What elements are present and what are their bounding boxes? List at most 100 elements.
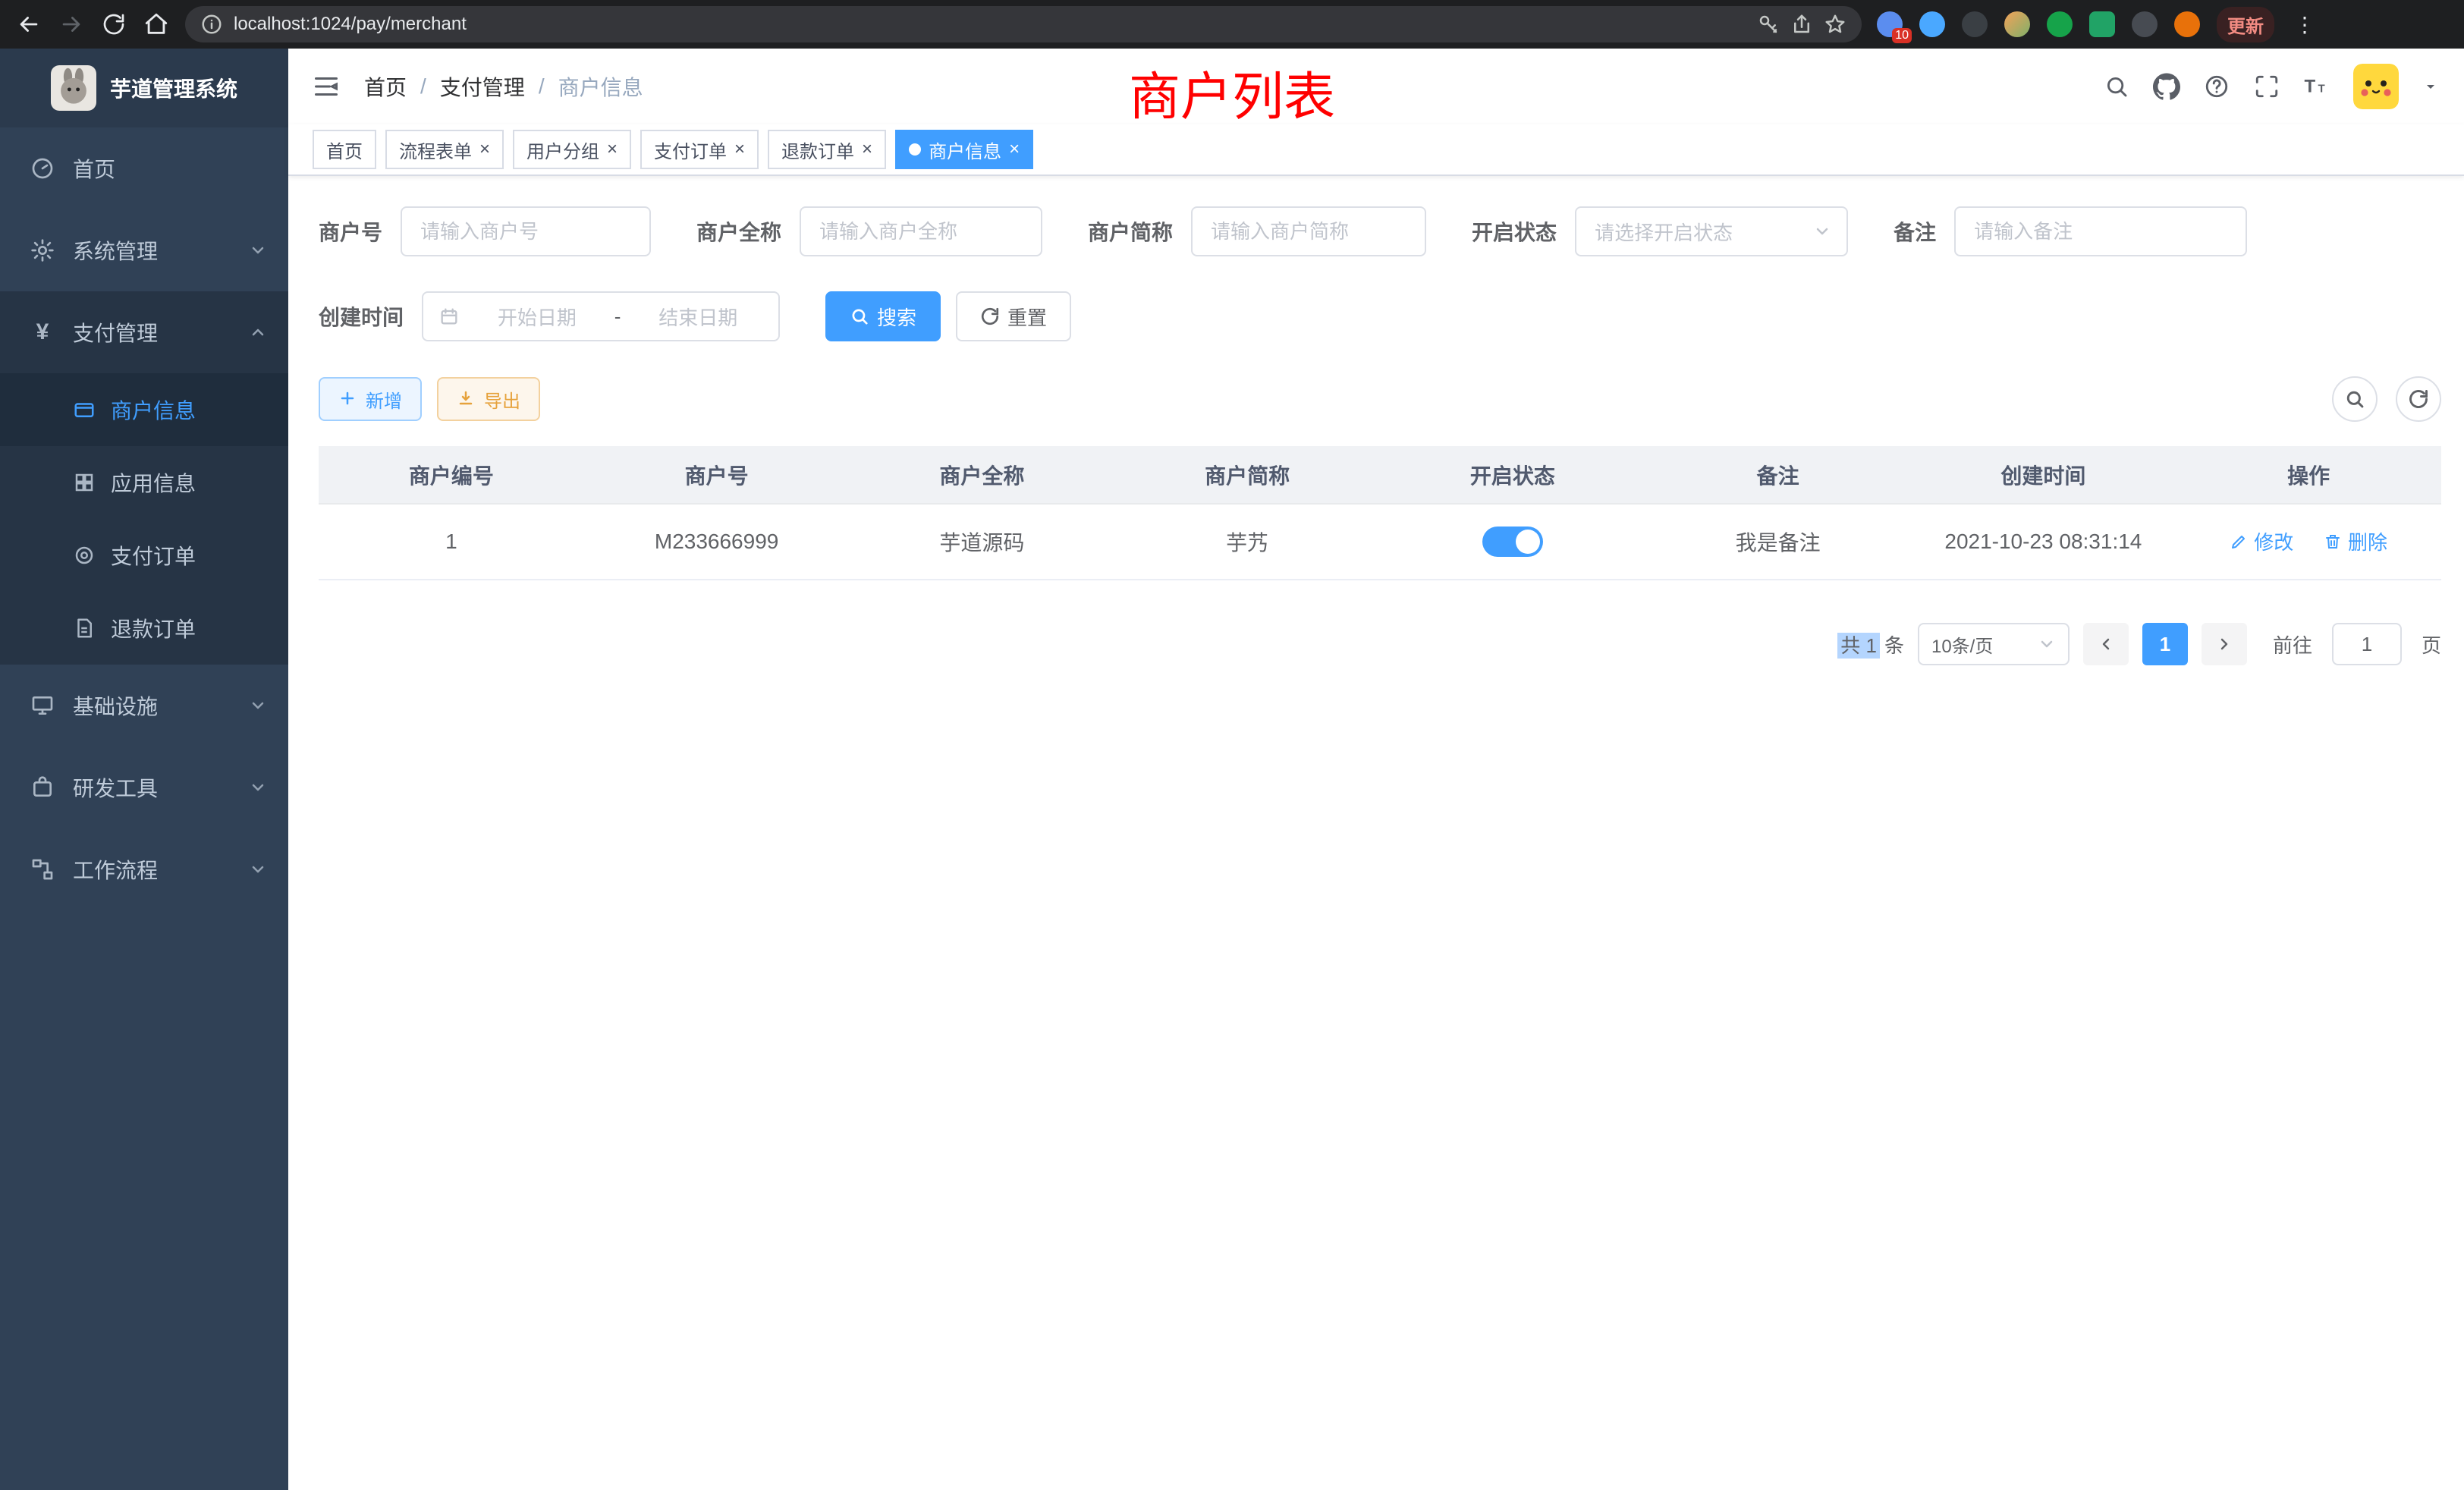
cell-merchant-no: M233666999 — [584, 504, 850, 580]
sidebar-fold-icon[interactable] — [313, 73, 340, 100]
goto-label: 前往 — [2273, 630, 2312, 659]
payment-submenu: 商户信息 应用信息 支付订单 — [0, 373, 288, 665]
sidebar-item-app-info[interactable]: 应用信息 — [0, 446, 288, 519]
sidebar-item-payment[interactable]: ¥ 支付管理 — [0, 291, 288, 373]
search-icon[interactable] — [2103, 73, 2130, 100]
svg-text:T: T — [2305, 77, 2316, 97]
chevron-down-icon — [249, 860, 267, 879]
close-icon[interactable]: × — [734, 140, 745, 159]
user-avatar[interactable] — [2353, 64, 2399, 109]
tab-user-group[interactable]: 用户分组 × — [513, 130, 631, 169]
browser-back-icon[interactable] — [15, 11, 42, 38]
column-header: 操作 — [2176, 446, 2441, 504]
svg-text:T: T — [2318, 83, 2325, 96]
page-info-icon[interactable] — [200, 13, 223, 36]
status-toggle[interactable] — [1482, 527, 1543, 557]
chevron-up-icon — [249, 323, 267, 341]
column-header: 备注 — [1645, 446, 1911, 504]
page-number-1[interactable]: 1 — [2142, 623, 2188, 665]
close-icon[interactable]: × — [479, 140, 490, 159]
search-icon — [2344, 388, 2365, 410]
url-bar[interactable]: localhost:1024/pay/merchant — [185, 6, 1862, 42]
status-select[interactable]: 请选择开启状态 — [1575, 206, 1848, 256]
tab-pay-order[interactable]: 支付订单 × — [640, 130, 759, 169]
column-header: 商户号 — [584, 446, 850, 504]
column-header: 商户编号 — [319, 446, 584, 504]
extension-puzzle-icon[interactable]: 10 — [1877, 11, 1903, 37]
breadcrumb: 首页 / 支付管理 / 商户信息 — [364, 71, 643, 102]
chevron-right-icon — [2215, 635, 2233, 653]
tab-refund-order[interactable]: 退款订单 × — [768, 130, 886, 169]
help-icon[interactable] — [2203, 73, 2230, 100]
caret-down-icon[interactable] — [2422, 77, 2440, 96]
browser-forward-icon[interactable] — [58, 11, 85, 38]
close-icon[interactable]: × — [1009, 140, 1020, 159]
sidebar-item-pay-order[interactable]: 支付订单 — [0, 519, 288, 592]
remark-input[interactable] — [1954, 206, 2247, 256]
add-button[interactable]: 新增 — [319, 377, 422, 421]
breadcrumb-payment[interactable]: 支付管理 — [440, 71, 525, 102]
date-range-picker[interactable]: 开始日期 - 结束日期 — [422, 291, 780, 341]
cell-status — [1380, 504, 1645, 580]
tab-home[interactable]: 首页 — [313, 130, 376, 169]
merchant-no-input[interactable] — [401, 206, 651, 256]
short-name-input[interactable] — [1191, 206, 1426, 256]
extension-green-square-icon[interactable] — [2089, 11, 2115, 37]
next-page-button[interactable] — [2202, 623, 2247, 665]
record-circle-icon — [73, 544, 96, 567]
delete-link[interactable]: 删除 — [2324, 527, 2387, 555]
extension-check-icon[interactable] — [2047, 11, 2073, 37]
page-size-select[interactable]: 10条/页 — [1918, 623, 2070, 665]
reset-button[interactable]: 重置 — [956, 291, 1071, 341]
gear-icon — [30, 238, 55, 262]
font-size-icon[interactable]: TT — [2303, 73, 2330, 100]
cell-actions: 修改 删除 — [2176, 504, 2441, 580]
extension-drop-icon[interactable] — [1919, 11, 1945, 37]
goto-page-input[interactable] — [2332, 623, 2402, 665]
sidebar-item-home[interactable]: 首页 — [0, 127, 288, 209]
refresh-table-button[interactable] — [2396, 376, 2441, 422]
plus-icon — [338, 389, 358, 409]
table-header-row: 商户编号 商户号 商户全称 商户简称 开启状态 备注 创建时间 操作 — [319, 446, 2441, 504]
close-icon[interactable]: × — [862, 140, 872, 159]
sidebar: 芋道管理系统 首页 系统管理 ¥ 支付管理 — [0, 49, 288, 1490]
bookmark-star-icon[interactable] — [1824, 13, 1846, 36]
extension-dark-icon[interactable] — [1962, 11, 1988, 37]
full-name-input[interactable] — [800, 206, 1042, 256]
breadcrumb-home[interactable]: 首页 — [364, 71, 407, 102]
browser-refresh-icon[interactable] — [100, 11, 127, 38]
url-text: localhost:1024/pay/merchant — [234, 14, 467, 35]
yen-icon: ¥ — [30, 320, 55, 344]
extension-paw-icon[interactable] — [2132, 11, 2158, 37]
logo-rabbit-image — [51, 65, 96, 111]
share-icon[interactable] — [1790, 13, 1813, 36]
search-button[interactable]: 搜索 — [825, 291, 941, 341]
edit-link[interactable]: 修改 — [2230, 527, 2293, 555]
extension-avatar-icon[interactable] — [2004, 11, 2030, 37]
github-icon[interactable] — [2153, 73, 2180, 100]
prev-page-button[interactable] — [2083, 623, 2129, 665]
sidebar-item-workflow[interactable]: 工作流程 — [0, 828, 288, 910]
close-icon[interactable]: × — [607, 140, 618, 159]
search-icon — [850, 306, 869, 326]
toggle-search-button[interactable] — [2332, 376, 2378, 422]
tab-merchant-info[interactable]: 商户信息 × — [895, 130, 1033, 169]
sidebar-item-refund-order[interactable]: 退款订单 — [0, 592, 288, 665]
tab-process-form[interactable]: 流程表单 × — [385, 130, 504, 169]
fullscreen-icon[interactable] — [2253, 73, 2280, 100]
credit-card-icon — [73, 398, 96, 421]
pencil-icon — [2230, 533, 2248, 551]
browser-home-icon[interactable] — [143, 11, 170, 38]
password-key-icon[interactable] — [1757, 13, 1780, 36]
sidebar-item-infrastructure[interactable]: 基础设施 — [0, 665, 288, 747]
browser-update-button[interactable]: 更新 — [2217, 7, 2274, 42]
flow-icon — [30, 857, 55, 882]
sidebar-item-merchant-info[interactable]: 商户信息 — [0, 373, 288, 446]
sidebar-item-dev-tools[interactable]: 研发工具 — [0, 747, 288, 828]
export-button[interactable]: 导出 — [437, 377, 540, 421]
extension-orange-avatar-icon[interactable] — [2174, 11, 2200, 37]
sidebar-item-system[interactable]: 系统管理 — [0, 209, 288, 291]
extension-icons: 10 更新 ⋮ — [1877, 7, 2318, 42]
chevron-down-icon — [249, 241, 267, 259]
browser-menu-icon[interactable]: ⋮ — [2291, 12, 2318, 37]
